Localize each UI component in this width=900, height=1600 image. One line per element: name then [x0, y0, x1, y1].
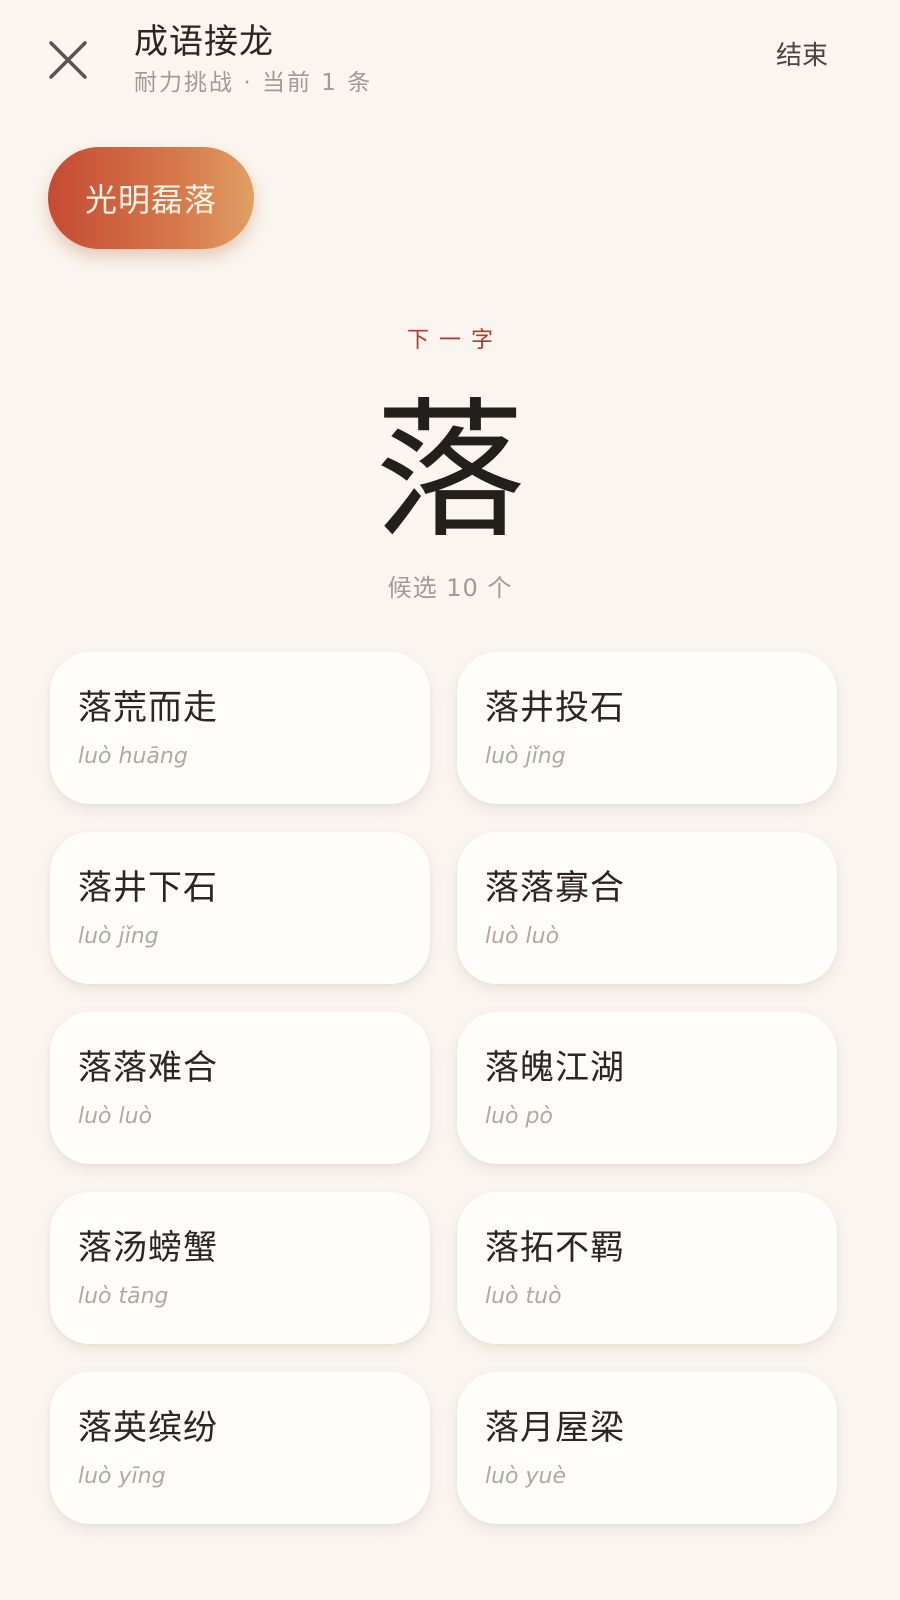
candidate-idiom: 落英缤纷 — [78, 1408, 218, 1448]
candidate-card[interactable]: 落月屋梁 luò yuè — [457, 1372, 837, 1524]
candidate-card[interactable]: 落汤螃蟹 luò tāng — [50, 1192, 430, 1344]
current-count: 当前 1 条 — [261, 70, 373, 96]
candidate-card[interactable]: 落魄江湖 luò pò — [457, 1012, 837, 1164]
candidate-pinyin: luò yuè — [485, 1464, 567, 1489]
candidate-idiom: 落落难合 — [78, 1048, 218, 1088]
candidate-idiom: 落荒而走 — [78, 688, 218, 728]
subtitle-separator: · — [243, 70, 253, 96]
close-button[interactable] — [44, 36, 92, 84]
candidate-pinyin: luò jǐng — [78, 924, 159, 949]
title-block: 成语接龙 耐力挑战 · 当前 1 条 — [134, 20, 372, 100]
subtitle: 耐力挑战 · 当前 1 条 — [134, 66, 372, 100]
mode-label: 耐力挑战 — [134, 70, 234, 96]
candidate-count: 候选 10 个 — [387, 574, 513, 602]
current-idiom-pill: 光明磊落 — [48, 147, 254, 249]
candidate-card[interactable]: 落落难合 luò luò — [50, 1012, 430, 1164]
candidate-idiom: 落月屋梁 — [485, 1408, 625, 1448]
next-character: 落 — [374, 385, 525, 559]
candidate-pinyin: luò jǐng — [485, 744, 566, 769]
end-button[interactable]: 结束 — [776, 36, 828, 76]
candidate-pinyin: luò huāng — [78, 744, 188, 769]
candidate-card[interactable]: 落荒而走 luò huāng — [50, 652, 430, 804]
candidate-idiom: 落汤螃蟹 — [78, 1228, 218, 1268]
candidate-idiom: 落落寡合 — [485, 868, 625, 908]
candidate-card[interactable]: 落落寡合 luò luò — [457, 832, 837, 984]
candidate-pinyin: luò luò — [78, 1104, 153, 1129]
candidate-pinyin: luò luò — [485, 924, 560, 949]
candidate-pinyin: luò tāng — [78, 1284, 169, 1309]
candidate-card[interactable]: 落英缤纷 luò yīng — [50, 1372, 430, 1524]
candidate-card[interactable]: 落井下石 luò jǐng — [50, 832, 430, 984]
page-title: 成语接龙 — [134, 22, 274, 62]
candidate-pinyin: luò tuò — [485, 1284, 562, 1309]
candidate-idiom: 落井投石 — [485, 688, 625, 728]
candidate-idiom: 落拓不羁 — [485, 1228, 625, 1268]
next-char-label: 下一字 — [406, 328, 503, 353]
candidate-idiom: 落魄江湖 — [485, 1048, 625, 1088]
candidate-pinyin: luò pò — [485, 1104, 553, 1129]
candidate-card[interactable]: 落拓不羁 luò tuò — [457, 1192, 837, 1344]
header-bar: 成语接龙 耐力挑战 · 当前 1 条 结束 — [0, 0, 900, 120]
candidate-idiom: 落井下石 — [78, 868, 218, 908]
candidate-pinyin: luò yīng — [78, 1464, 166, 1489]
close-icon — [49, 41, 87, 79]
candidate-card[interactable]: 落井投石 luò jǐng — [457, 652, 837, 804]
current-idiom-text: 光明磊落 — [84, 181, 217, 219]
